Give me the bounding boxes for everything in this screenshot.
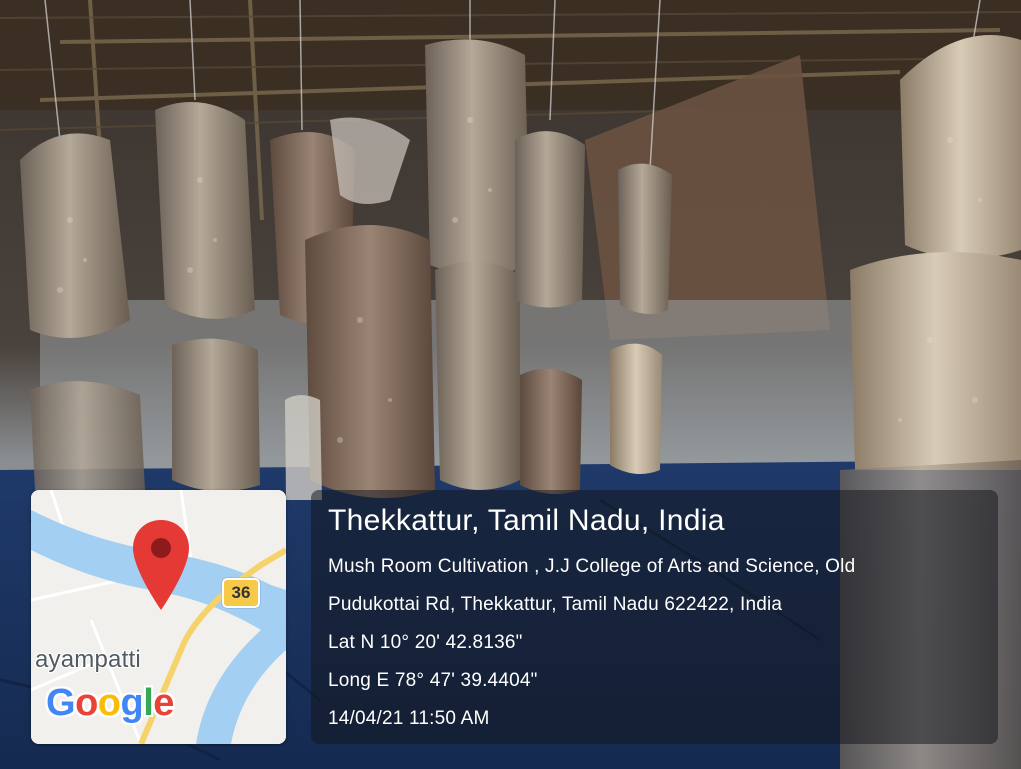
google-logo-letter: l [143,682,154,724]
address-line-1: Mush Room Cultivation , J.J College of A… [328,556,856,577]
latitude: Lat N 10° 20' 42.8136" [328,632,523,653]
google-logo-letter: G [46,682,76,724]
google-logo-letter: o [75,682,98,724]
map-place-label: ayampatti [35,646,141,673]
location-title: Thekkattur, Tamil Nadu, India [328,504,725,537]
longitude: Long E 78° 47' 39.4404" [328,670,538,691]
google-logo-letter: o [97,682,121,724]
address-line-2: Pudukottai Rd, Thekkattur, Tamil Nadu 62… [328,594,783,615]
google-logo: Google [46,682,174,725]
location-pin-icon [133,520,189,610]
geotag-info-panel: Thekkattur, Tamil Nadu, India Mush Room … [311,490,998,744]
timestamp: 14/04/21 11:50 AM [328,708,490,729]
google-logo-letter: e [153,682,174,724]
google-logo-letter: g [120,682,144,724]
location-map-thumbnail: 36 ayampatti Google [31,490,286,744]
road-number-shield: 36 [222,578,260,608]
